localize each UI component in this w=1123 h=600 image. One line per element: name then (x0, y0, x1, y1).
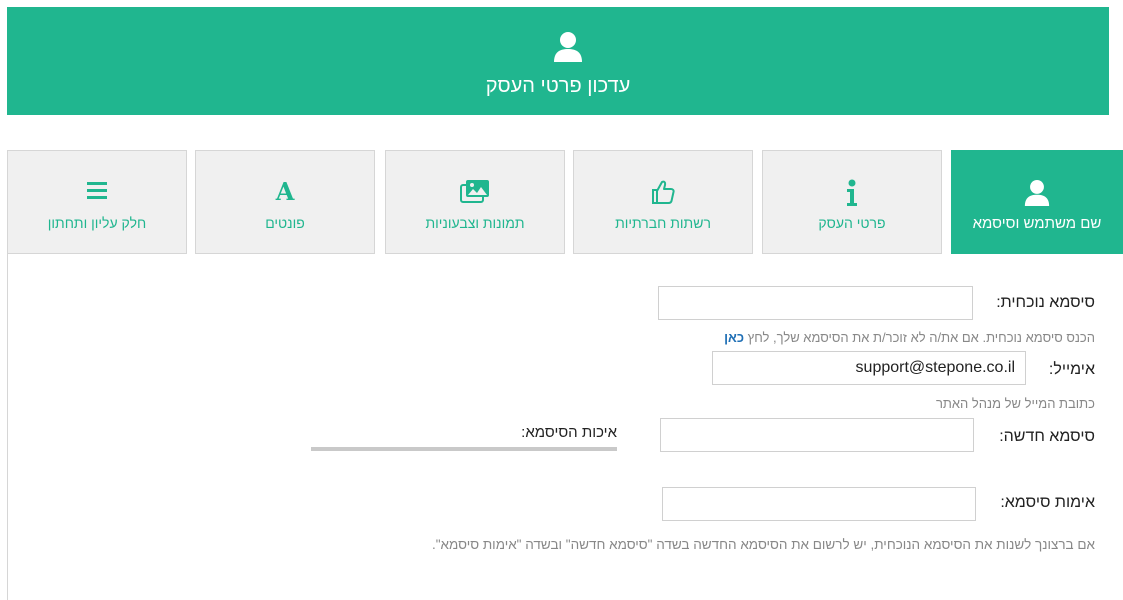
new-password-label: סיסמא חדשה: (999, 428, 1095, 445)
tab-social-networks[interactable]: רשתות חברתיות (573, 150, 753, 254)
tab-label: פרטי העסק (818, 215, 886, 231)
user-icon (554, 32, 582, 62)
email-label: אימייל: (1048, 361, 1095, 378)
images-icon (460, 180, 489, 203)
tab-fonts[interactable]: A פונטים (195, 150, 375, 254)
email-help: כתובת המייל של מנהל האתר (935, 396, 1095, 411)
current-password-input[interactable] (658, 286, 973, 320)
svg-text:A: A (275, 179, 295, 203)
info-icon (847, 179, 857, 206)
tab-username-password[interactable]: שם משתמש וסיסמא (951, 150, 1123, 254)
tab-label: פונטים (265, 215, 305, 231)
current-password-help-text: הכנס סיסמא נוכחית. אם את/ה לא זוכר/ת את … (747, 330, 1095, 345)
tab-label: רשתות חברתיות (615, 215, 711, 231)
tab-business-details[interactable]: פרטי העסק (762, 150, 942, 254)
content-border (7, 253, 8, 600)
tab-header-footer[interactable]: חלק עליון ותחתון (7, 150, 187, 254)
menu-icon (87, 182, 107, 199)
page-header: עדכון פרטי העסק (7, 7, 1109, 115)
confirm-password-input[interactable] (662, 487, 976, 521)
thumbs-up-icon (652, 180, 675, 204)
font-icon: A (275, 179, 295, 203)
current-password-label: סיסמא נוכחית: (996, 294, 1095, 311)
tab-label: חלק עליון ותחתון (47, 215, 147, 231)
user-icon (1024, 180, 1050, 206)
tab-images-colors[interactable]: תמונות וצבעוניות (385, 150, 565, 254)
password-strength-bar (311, 447, 617, 451)
forgot-password-link[interactable]: כאן (724, 330, 744, 345)
password-strength-label: איכות הסיסמא: (521, 424, 617, 441)
new-password-input[interactable] (660, 418, 974, 452)
page-title: עדכון פרטי העסק (485, 75, 631, 97)
confirm-password-label: אימות סיסמא: (1000, 494, 1095, 511)
password-change-note: אם ברצונך לשנות את הסיסמא הנוכחית, יש לר… (432, 537, 1095, 552)
tab-label: תמונות וצבעוניות (425, 215, 525, 231)
tab-label: שם משתמש וסיסמא (972, 215, 1102, 232)
email-input[interactable] (712, 351, 1026, 385)
current-password-help: הכנס סיסמא נוכחית. אם את/ה לא זוכר/ת את … (724, 330, 1095, 345)
